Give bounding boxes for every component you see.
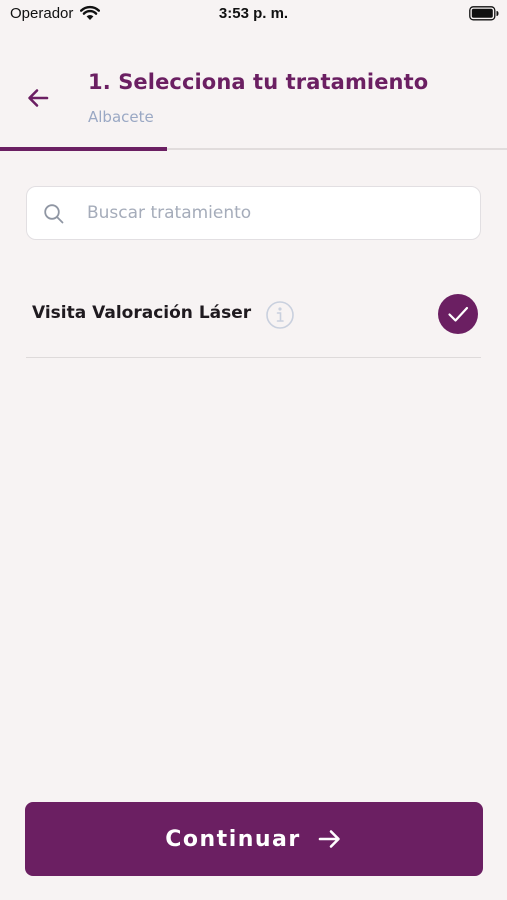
treatment-list-item[interactable]: Visita Valoración Láser <box>26 284 481 358</box>
continue-label: Continuar <box>165 826 301 852</box>
search-input[interactable] <box>87 187 467 239</box>
info-icon[interactable] <box>265 300 295 330</box>
step-progress-fill <box>0 147 168 151</box>
selected-checkmark-icon[interactable] <box>438 294 478 334</box>
step-progress-bar <box>0 147 507 151</box>
arrow-right-icon <box>318 830 340 848</box>
back-button[interactable] <box>20 80 56 116</box>
search-icon <box>44 204 64 224</box>
continue-button[interactable]: Continuar <box>25 802 483 876</box>
battery-icon <box>469 6 499 21</box>
location-subtitle: Albacete <box>88 108 154 126</box>
arrow-left-icon <box>28 89 49 107</box>
search-box[interactable] <box>26 186 481 240</box>
status-bar: Operador 3:53 p. m. <box>0 0 507 28</box>
treatment-name: Visita Valoración Láser <box>32 303 252 323</box>
clock: 3:53 p. m. <box>218 5 289 22</box>
page-title: 1. Selecciona tu tratamiento <box>88 70 429 94</box>
